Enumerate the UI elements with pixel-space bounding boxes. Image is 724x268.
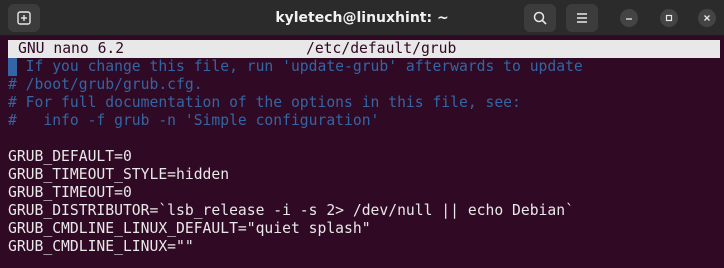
config-line: GRUB_TIMEOUT=0 [8, 184, 132, 201]
comment-line: # For full documentation of the options … [8, 94, 521, 111]
maximize-button[interactable] [660, 9, 678, 27]
nano-filename: /etc/default/grub [306, 40, 457, 57]
config-line: GRUB_CMDLINE_LINUX_DEFAULT="quiet splash… [8, 220, 371, 237]
config-line: GRUB_CMDLINE_LINUX="" [8, 238, 194, 255]
minimize-icon [626, 18, 632, 20]
nano-version: GNU nano 6.2 [18, 40, 125, 57]
menu-button[interactable] [566, 4, 598, 32]
window-title: kyletech@linuxhint: ~ [275, 10, 449, 26]
maximize-icon [665, 14, 673, 22]
config-line: GRUB_TIMEOUT_STYLE=hidden [8, 166, 230, 183]
config-line: GRUB_DEFAULT=0 [8, 148, 132, 165]
comment-line: # info -f grub -n 'Simple configuration' [8, 112, 380, 129]
minimize-button[interactable] [620, 9, 638, 27]
terminal-area[interactable]: GNU nano 6.2 /etc/default/grub # If you … [0, 36, 724, 268]
menu-icon [577, 13, 587, 23]
close-button[interactable] [698, 9, 716, 27]
close-icon [704, 15, 710, 21]
config-line: GRUB_DISTRIBUTOR=`lsb_release -i -s 2> /… [8, 202, 574, 219]
search-icon [533, 11, 547, 25]
comment-line: # If you change this file, run 'update-g… [8, 58, 583, 75]
search-button[interactable] [524, 4, 556, 32]
comment-line: # /boot/grub/grub.cfg. [8, 76, 203, 93]
title-bar: kyletech@linuxhint: ~ [0, 0, 724, 36]
nano-header-bar: GNU nano 6.2 /etc/default/grub [8, 40, 720, 58]
